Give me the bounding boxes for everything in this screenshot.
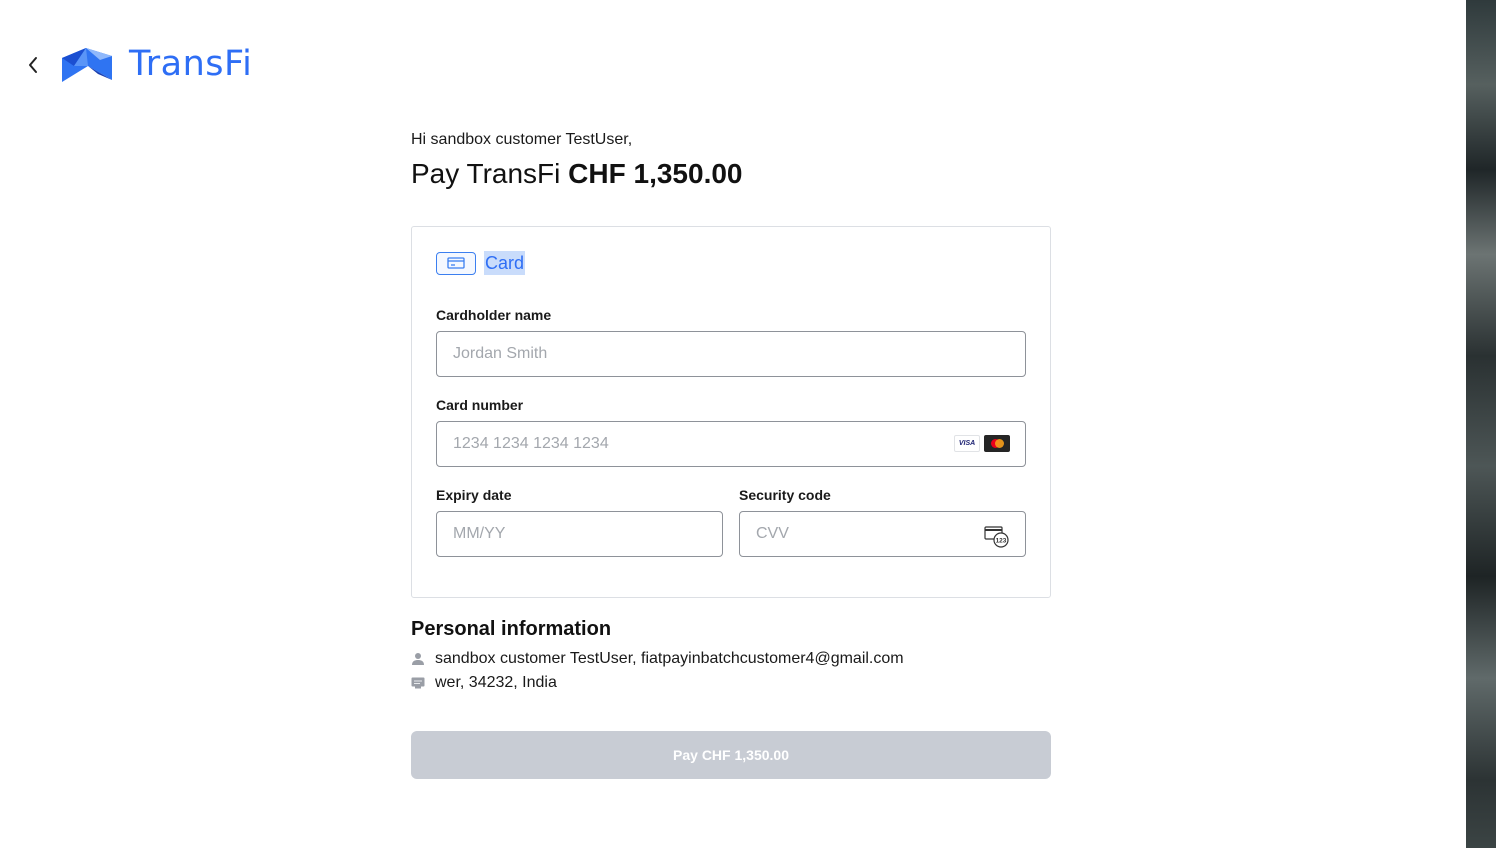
- credit-card-icon: [436, 251, 476, 275]
- card-number-input[interactable]: [436, 421, 1026, 467]
- security-code-input[interactable]: [739, 511, 1026, 557]
- card-payment-form: Card Cardholder name Card number VISA Ex…: [411, 226, 1051, 598]
- back-button[interactable]: [22, 53, 44, 77]
- expiry-date-input[interactable]: [436, 511, 723, 557]
- payment-method-card-tab[interactable]: Card: [436, 251, 526, 275]
- security-code-label: Security code: [739, 487, 831, 503]
- address-card-icon: [411, 676, 425, 690]
- user-icon: [411, 652, 425, 666]
- expiry-date-label: Expiry date: [436, 487, 512, 503]
- payment-method-label: Card: [484, 251, 526, 275]
- user-details-text: sandbox customer TestUser, fiatpayinbatc…: [435, 650, 904, 667]
- pay-title-prefix: Pay TransFi: [411, 158, 561, 189]
- transfi-logo[interactable]: TransFi: [60, 44, 252, 84]
- personal-info-user: sandbox customer TestUser, fiatpayinbatc…: [411, 650, 904, 668]
- payment-amount: CHF 1,350.00: [568, 158, 743, 189]
- background-image-strip: [1466, 0, 1496, 848]
- pay-button[interactable]: Pay CHF 1,350.00: [411, 731, 1051, 779]
- card-number-label: Card number: [436, 397, 524, 413]
- greeting-text: Hi sandbox customer TestUser,: [411, 131, 633, 148]
- top-bar: TransFi: [0, 0, 1466, 110]
- personal-info-address: wer, 34232, India: [411, 674, 557, 692]
- cardholder-name-label: Cardholder name: [436, 307, 552, 323]
- page-title: Pay TransFi CHF 1,350.00: [411, 158, 743, 190]
- chevron-left-icon: [29, 57, 37, 73]
- personal-info-title: Personal information: [411, 618, 612, 640]
- transfi-logo-mark: [62, 48, 112, 82]
- cardholder-name-input[interactable]: [436, 331, 1026, 377]
- address-text: wer, 34232, India: [435, 674, 557, 691]
- brand-name: TransFi: [129, 44, 253, 84]
